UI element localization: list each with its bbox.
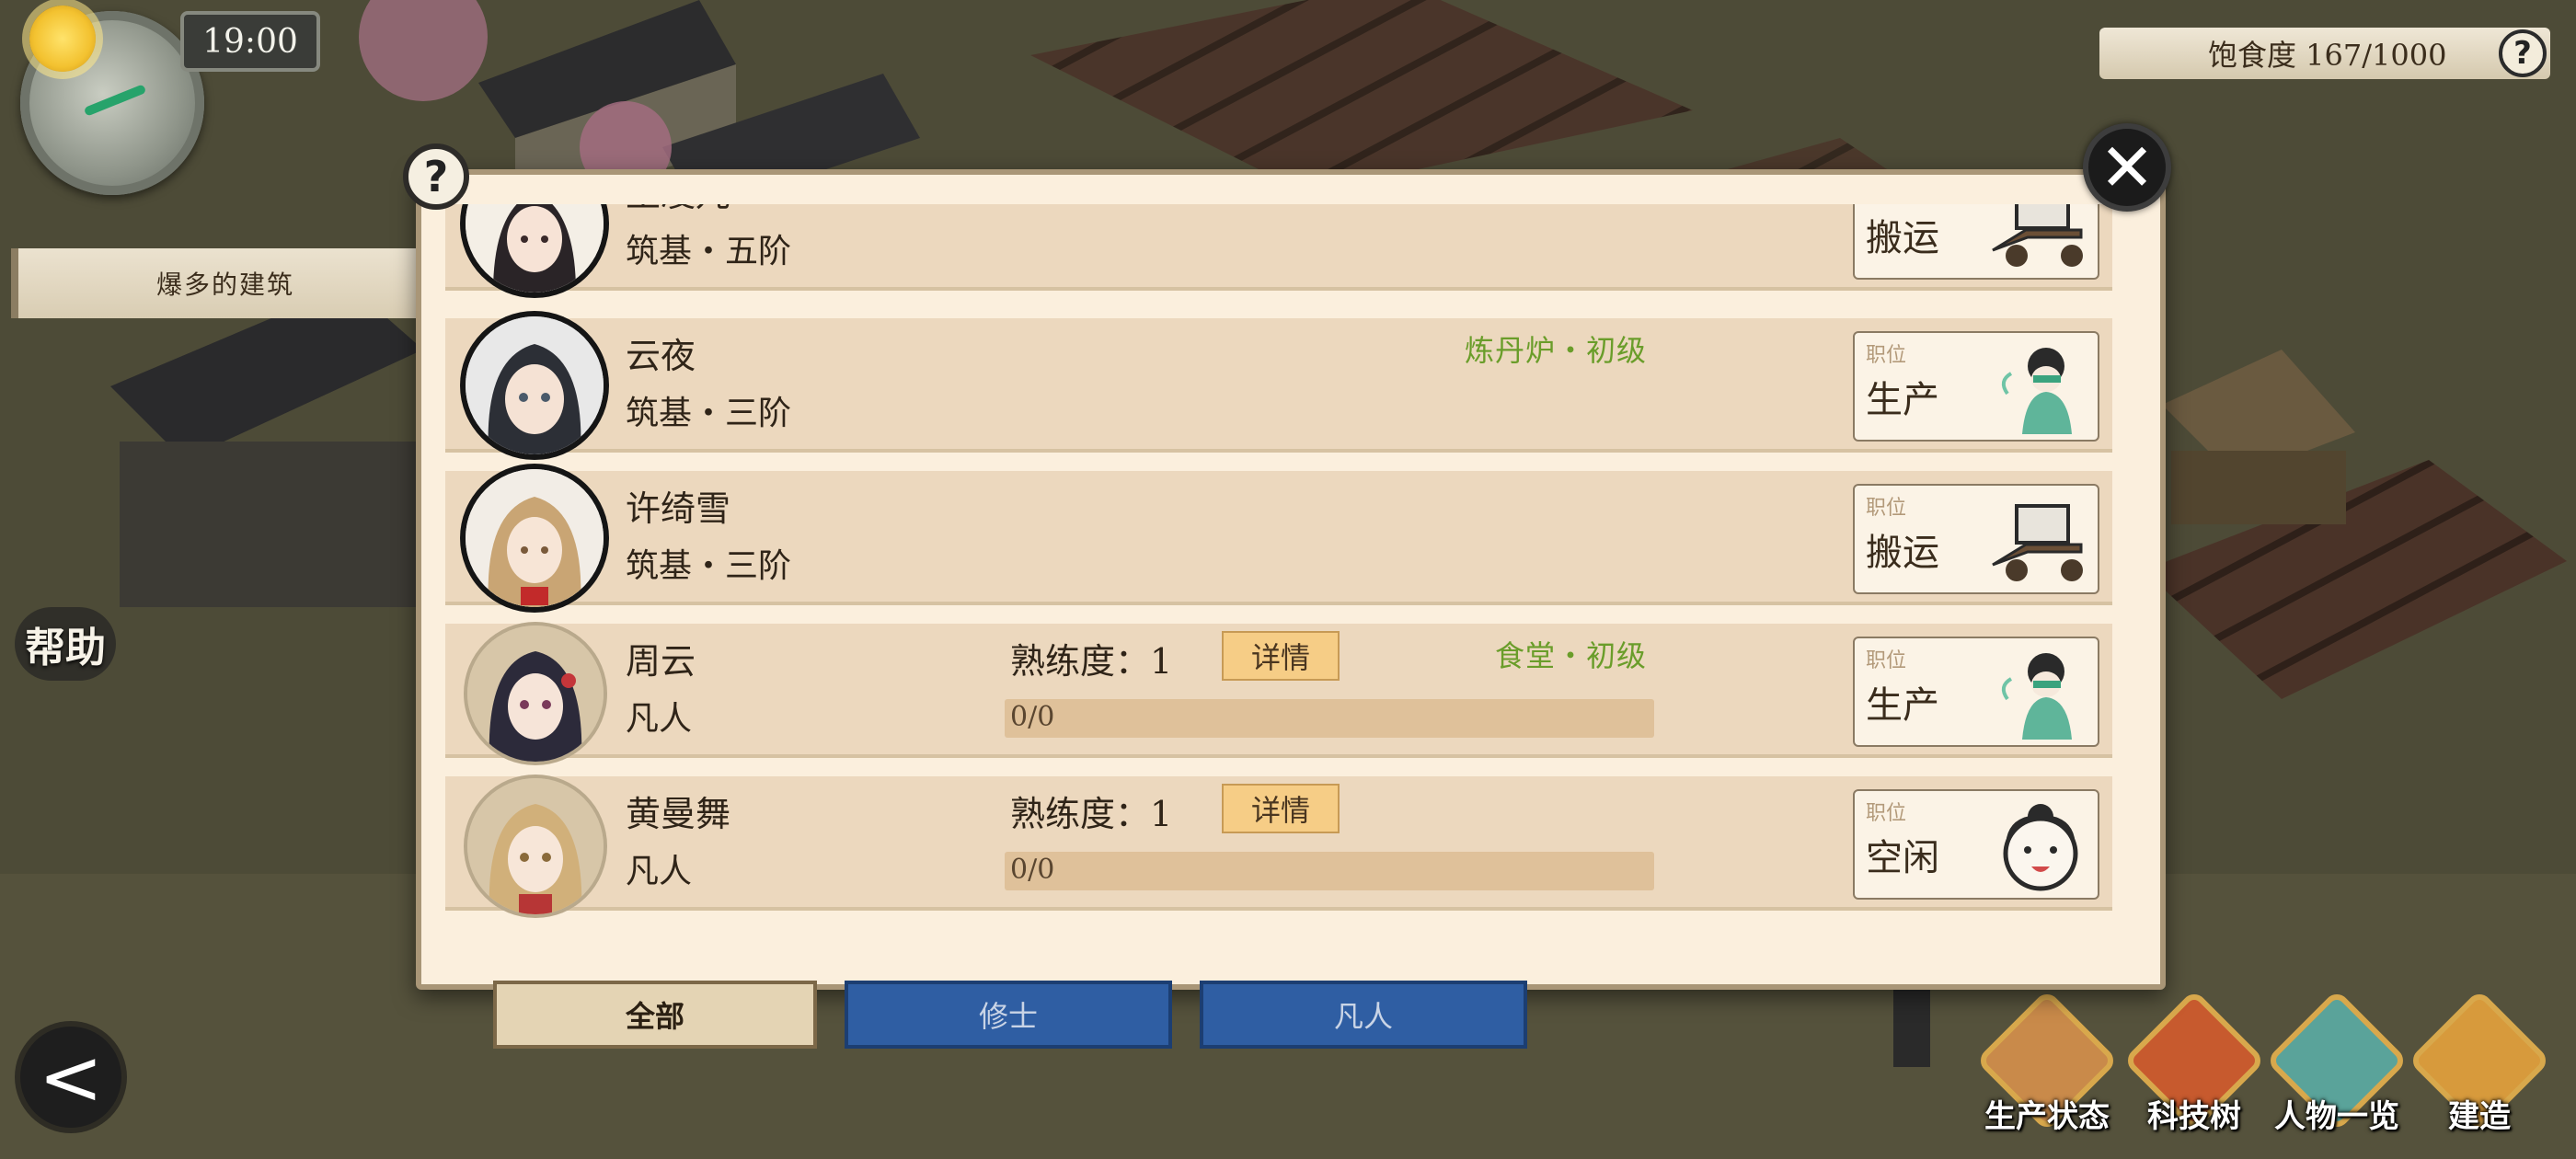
- job-card[interactable]: 职位 空闲: [1853, 789, 2099, 900]
- building-label[interactable]: 爆多的建筑: [11, 248, 416, 318]
- sun-icon: [29, 6, 96, 72]
- worker-icon: [2001, 348, 2072, 434]
- character-name: 周云: [626, 641, 696, 682]
- time-display: 19:00: [180, 11, 320, 72]
- character-name: 许绮雪: [626, 488, 731, 529]
- job-caption: 职位: [1866, 802, 1907, 825]
- character-name: 王凌儿: [626, 204, 730, 216]
- avatar: [466, 316, 604, 454]
- detail-button[interactable]: 详情: [1222, 784, 1340, 833]
- character-rank: 筑基・五阶: [626, 233, 792, 270]
- cart-icon: [1992, 504, 2083, 581]
- proficiency-progress-bar: 0/0: [1005, 852, 1654, 890]
- tab-all[interactable]: 全部: [493, 981, 817, 1049]
- avatar: [467, 778, 604, 914]
- character-list[interactable]: 王凌儿 筑基・五阶 职位 搬运 云夜 筑基・三阶 炼丹炉・初级 职位 生产 许绮…: [445, 204, 2116, 922]
- character-name: 黄曼舞: [626, 794, 731, 834]
- back-arrow-icon[interactable]: <: [20, 1027, 121, 1128]
- satiety-help-icon[interactable]: ?: [2499, 29, 2547, 77]
- proficiency-value: 1: [1150, 641, 1173, 682]
- menu-label: 生产状态: [1984, 1098, 2110, 1135]
- job-caption: 职位: [1866, 649, 1907, 672]
- menu-label: 科技树: [2147, 1098, 2241, 1135]
- character-row[interactable]: 许绮雪 筑基・三阶 职位 搬运: [445, 469, 2112, 607]
- avatar: [466, 469, 604, 607]
- proficiency-caption: 熟练度：: [1010, 794, 1151, 834]
- progress-text: 0/0: [1010, 701, 1055, 733]
- job-caption: 职位: [1866, 344, 1907, 367]
- proficiency-value: 1: [1150, 794, 1173, 834]
- proficiency-caption: 熟练度：: [1010, 641, 1151, 682]
- avatar: [467, 625, 604, 762]
- job-caption: 职位: [1866, 497, 1907, 520]
- proficiency-label: 熟练度：1: [1010, 786, 1172, 836]
- idle-face-icon: [2003, 804, 2078, 891]
- job-name: 搬运: [1866, 217, 1939, 259]
- menu-build[interactable]: 建造: [2408, 989, 2551, 1159]
- menu-production-status[interactable]: 生产状态: [1975, 989, 2119, 1159]
- menu-label: 建造: [2448, 1098, 2511, 1135]
- avatar: [466, 204, 604, 293]
- character-rank: 凡人: [626, 700, 693, 738]
- tab-mortals[interactable]: 凡人: [1200, 981, 1527, 1049]
- detail-button[interactable]: 详情: [1222, 631, 1340, 681]
- clock-needle: [83, 84, 147, 117]
- character-rank: 筑基・三阶: [626, 547, 792, 585]
- job-name: 搬运: [1866, 532, 1939, 574]
- proficiency-label: 熟练度：1: [1010, 633, 1172, 683]
- job-card[interactable]: 职位 搬运: [1853, 204, 2099, 280]
- job-caption: 职位: [1866, 204, 1906, 206]
- job-name: 生产: [1866, 379, 1939, 421]
- tab-cultivators[interactable]: 修士: [845, 981, 1172, 1049]
- character-row[interactable]: 周云 凡人 熟练度：1 详情 0/0 食堂・初级 职位 生产: [445, 624, 2112, 762]
- character-name: 云夜: [626, 336, 696, 376]
- close-icon[interactable]: ✕: [2083, 123, 2171, 212]
- satiety-display: 饱食度 167/1000: [2099, 28, 2550, 79]
- character-rank: 凡人: [626, 853, 693, 890]
- job-name: 空闲: [1866, 837, 1939, 879]
- proficiency-progress-bar: 0/0: [1005, 699, 1654, 738]
- assigned-facility: 食堂・初级: [1494, 638, 1647, 673]
- job-card[interactable]: 职位 生产: [1853, 637, 2099, 747]
- assigned-facility: 炼丹炉・初级: [1464, 333, 1647, 368]
- character-row[interactable]: 黄曼舞 凡人 熟练度：1 详情 0/0 职位 空闲: [445, 776, 2112, 914]
- cart-icon: [1992, 204, 2083, 267]
- menu-label: 人物一览: [2274, 1098, 2399, 1135]
- character-row[interactable]: 云夜 筑基・三阶 炼丹炉・初级 职位 生产: [445, 316, 2112, 454]
- panel-help-icon[interactable]: ?: [403, 143, 469, 210]
- character-row[interactable]: 王凌儿 筑基・五阶 职位 搬运: [445, 204, 2112, 293]
- worker-icon: [2001, 653, 2072, 740]
- menu-character-overview[interactable]: 人物一览: [2265, 989, 2409, 1159]
- job-card[interactable]: 职位 生产: [1853, 331, 2099, 442]
- job-name: 生产: [1866, 684, 1939, 727]
- help-button[interactable]: 帮助: [15, 607, 116, 681]
- progress-text: 0/0: [1010, 854, 1055, 886]
- menu-tech-tree[interactable]: 科技树: [2122, 989, 2266, 1159]
- job-card[interactable]: 职位 搬运: [1853, 484, 2099, 594]
- character-rank: 筑基・三阶: [626, 395, 792, 432]
